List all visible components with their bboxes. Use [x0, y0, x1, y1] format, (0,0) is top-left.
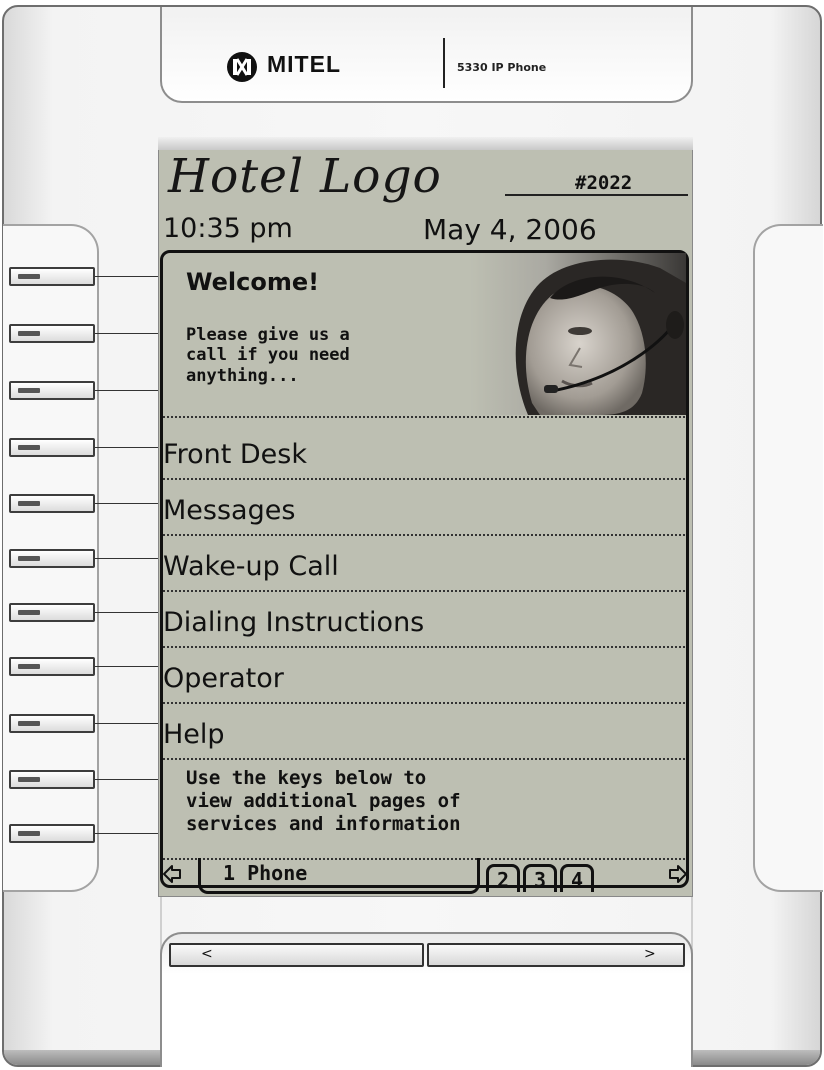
softkey-9[interactable]	[9, 714, 95, 733]
key-leader-line	[95, 612, 163, 613]
key-leader-line	[95, 333, 163, 334]
softkey-6[interactable]	[9, 549, 95, 568]
softkey-2[interactable]	[9, 324, 95, 343]
key-leader-line	[95, 447, 163, 448]
right-key-bay	[753, 224, 823, 892]
menu-item-front-desk[interactable]: Front Desk	[163, 423, 685, 478]
softkey-1[interactable]	[9, 267, 95, 286]
hotel-logo: Hotel Logo	[168, 149, 442, 204]
key-leader-line	[95, 558, 163, 559]
brand-name: MITEL	[267, 51, 341, 77]
softkey-4[interactable]	[9, 438, 95, 457]
tab-page-3[interactable]: 3	[523, 864, 557, 892]
nav-right-label: >	[644, 946, 656, 962]
separator	[163, 758, 685, 760]
key-leader-line	[95, 666, 163, 667]
menu-item-label: Messages	[163, 495, 296, 526]
concierge-photo	[470, 253, 686, 415]
softkey-7[interactable]	[9, 603, 95, 622]
key-leader-line	[95, 390, 163, 391]
key-leader-line	[95, 276, 163, 277]
tab-page-2[interactable]: 2	[486, 864, 520, 892]
key-leader-line	[95, 833, 163, 834]
arrow-right-icon[interactable]	[668, 864, 688, 884]
nav-right-button[interactable]: >	[427, 943, 685, 967]
menu-item-label: Wake-up Call	[163, 551, 339, 582]
softkey-11[interactable]	[9, 824, 95, 843]
header-rule	[505, 194, 688, 196]
key-leader-line	[95, 779, 163, 780]
menu-item-operator[interactable]: Operator	[163, 647, 685, 702]
key-leader-line	[95, 503, 163, 504]
tab-page-4[interactable]: 4	[560, 864, 594, 892]
softkey-10[interactable]	[9, 770, 95, 789]
softkey-5[interactable]	[9, 494, 95, 513]
key-leader-line	[95, 723, 163, 724]
room-number: #2022	[575, 172, 633, 194]
phone-screenshot: MITEL 5330 IP Phone Hotel Logo #2022 10:…	[0, 0, 824, 1070]
clock-date: May 4, 2006	[423, 213, 597, 246]
menu-item-messages[interactable]: Messages	[163, 479, 685, 534]
tab-phone-label: 1 Phone	[223, 861, 308, 885]
menu-item-label: Dialing Instructions	[163, 607, 425, 638]
model-name: 5330 IP Phone	[457, 61, 547, 74]
tab-phone[interactable]: 1 Phone	[198, 858, 480, 894]
menu-item-label: Operator	[163, 663, 284, 694]
softkey-8[interactable]	[9, 657, 95, 676]
mitel-logo-icon	[227, 52, 257, 82]
clock-time: 10:35 pm	[163, 213, 293, 244]
menu-item-label: Front Desk	[163, 439, 307, 470]
welcome-message: Please give us a call if you need anythi…	[186, 325, 350, 386]
arrow-left-icon[interactable]	[162, 864, 182, 884]
softkey-3[interactable]	[9, 381, 95, 400]
nav-left-button[interactable]: <	[169, 943, 424, 967]
info-text: Use the keys below to view additional pa…	[186, 767, 461, 835]
brand-divider	[443, 38, 445, 88]
menu-item-wake-up-call[interactable]: Wake-up Call	[163, 535, 685, 590]
menu-item-help[interactable]: Help	[163, 703, 685, 758]
nav-left-label: <	[201, 946, 213, 962]
separator	[163, 416, 685, 418]
welcome-title: Welcome!	[186, 268, 320, 296]
menu-item-label: Help	[163, 719, 225, 750]
menu-item-dialing-instructions[interactable]: Dialing Instructions	[163, 591, 685, 646]
